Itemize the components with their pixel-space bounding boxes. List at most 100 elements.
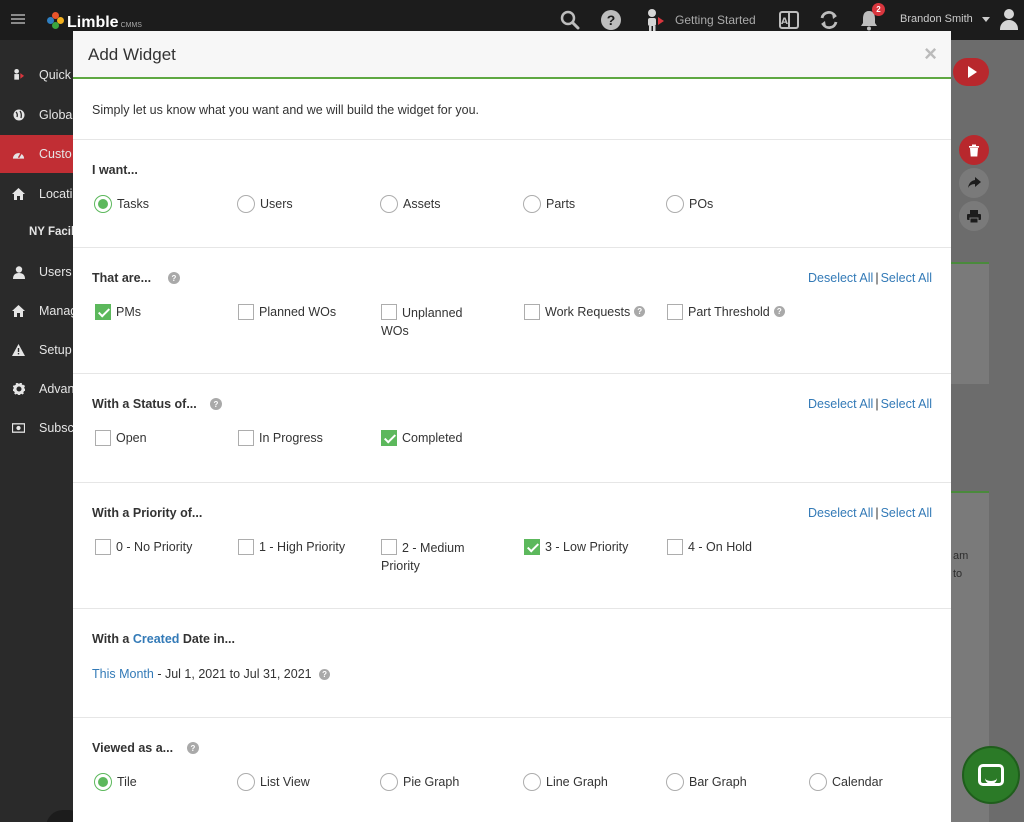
help-icon[interactable]: ? bbox=[319, 669, 331, 681]
sidebar-item-ny-facility[interactable]: NY Facil bbox=[0, 213, 73, 251]
checkbox[interactable] bbox=[238, 304, 254, 320]
select-all-link[interactable]: Select All bbox=[881, 271, 932, 285]
sidebar-item-advanced[interactable]: Advan bbox=[0, 370, 73, 408]
help-icon[interactable]: ? bbox=[210, 398, 222, 410]
help-icon[interactable]: ? bbox=[168, 272, 180, 284]
checkbox-option-open[interactable]: Open bbox=[95, 429, 225, 447]
radio-button[interactable] bbox=[380, 773, 398, 791]
checkbox[interactable] bbox=[524, 304, 540, 320]
radio-button[interactable] bbox=[523, 195, 541, 213]
radio-button[interactable] bbox=[523, 773, 541, 791]
sidebar-item-global[interactable]: Globa bbox=[0, 96, 73, 134]
checkbox[interactable] bbox=[667, 304, 683, 320]
checkbox[interactable] bbox=[381, 539, 397, 555]
deselect-all-link[interactable]: Deselect All bbox=[808, 397, 873, 411]
checkbox[interactable] bbox=[381, 304, 397, 320]
help-icon[interactable]: ? bbox=[634, 306, 646, 317]
checkbox-option-part-threshold[interactable]: Part Threshold? bbox=[667, 303, 807, 321]
radio-button[interactable] bbox=[809, 773, 827, 791]
delete-button[interactable] bbox=[959, 135, 989, 165]
video-play-button[interactable] bbox=[953, 58, 989, 86]
checkbox[interactable] bbox=[667, 539, 683, 555]
help-icon[interactable]: ? bbox=[599, 8, 623, 32]
radio-button[interactable] bbox=[94, 195, 112, 213]
select-all-link[interactable]: Select All bbox=[881, 506, 932, 520]
date-range-link[interactable]: This Month bbox=[92, 667, 154, 681]
checkbox[interactable] bbox=[381, 430, 397, 446]
close-icon[interactable]: × bbox=[924, 41, 937, 67]
sidebar-item-custom[interactable]: Custo bbox=[0, 135, 73, 173]
radio-option-list-view[interactable]: List View bbox=[237, 773, 367, 791]
divider bbox=[73, 608, 951, 609]
checkbox-option-planned-wos[interactable]: Planned WOs bbox=[238, 303, 368, 321]
radio-button[interactable] bbox=[666, 195, 684, 213]
checkbox-option-pms[interactable]: PMs bbox=[95, 303, 225, 321]
share-button[interactable] bbox=[959, 168, 989, 198]
radio-option-bar-graph[interactable]: Bar Graph bbox=[666, 773, 796, 791]
radio-option-tile[interactable]: Tile bbox=[94, 773, 224, 791]
sidebar-item-label: Users bbox=[39, 265, 72, 279]
radio-option-users[interactable]: Users bbox=[237, 195, 367, 213]
help-icon[interactable]: ? bbox=[773, 306, 785, 317]
search-icon[interactable] bbox=[558, 8, 582, 32]
trash-icon bbox=[969, 144, 979, 156]
checkbox-option-unplanned-wos[interactable]: Unplanned WOs bbox=[381, 303, 486, 340]
radio-option-assets[interactable]: Assets bbox=[380, 195, 510, 213]
radio-option-line-graph[interactable]: Line Graph bbox=[523, 773, 653, 791]
radio-option-pos[interactable]: POs bbox=[666, 195, 796, 213]
chevron-down-icon[interactable] bbox=[982, 17, 990, 22]
limble-logo[interactable]: Limble CMMS bbox=[47, 10, 142, 31]
link-separator: | bbox=[875, 506, 879, 520]
radio-option-tasks[interactable]: Tasks bbox=[94, 195, 224, 213]
chat-button[interactable] bbox=[962, 746, 1020, 804]
translate-icon[interactable]: A bbox=[777, 8, 801, 32]
checkbox-option-completed[interactable]: Completed bbox=[381, 429, 511, 447]
checkbox-option-no-priority[interactable]: 0 - No Priority bbox=[95, 538, 225, 556]
radio-button[interactable] bbox=[380, 195, 398, 213]
checkbox[interactable] bbox=[95, 539, 111, 555]
checkbox[interactable] bbox=[524, 539, 540, 555]
user-menu-name[interactable]: Brandon Smith bbox=[900, 13, 973, 25]
radio-option-parts[interactable]: Parts bbox=[523, 195, 653, 213]
notification-badge: 2 bbox=[872, 3, 885, 16]
avatar[interactable] bbox=[998, 8, 1020, 32]
getting-started-icon[interactable] bbox=[642, 8, 666, 32]
radio-button[interactable] bbox=[666, 773, 684, 791]
radio-option-pie-graph[interactable]: Pie Graph bbox=[380, 773, 510, 791]
getting-started-link[interactable]: Getting Started bbox=[675, 13, 756, 27]
checkbox-option-in-progress[interactable]: In Progress bbox=[238, 429, 368, 447]
print-button[interactable] bbox=[959, 201, 989, 231]
select-all-link[interactable]: Select All bbox=[881, 397, 932, 411]
radio-option-calendar[interactable]: Calendar bbox=[809, 773, 939, 791]
checkbox[interactable] bbox=[238, 430, 254, 446]
checkbox[interactable] bbox=[95, 304, 111, 320]
sidebar-item-subscription[interactable]: Subsc bbox=[0, 409, 73, 447]
checkbox-option-medium-priority[interactable]: 2 - Medium Priority bbox=[381, 538, 486, 575]
radio-button[interactable] bbox=[94, 773, 112, 791]
checkbox-option-work-requests[interactable]: Work Requests? bbox=[524, 303, 664, 321]
checkbox-option-high-priority[interactable]: 1 - High Priority bbox=[238, 538, 368, 556]
refresh-icon[interactable] bbox=[817, 8, 841, 32]
deselect-all-link[interactable]: Deselect All bbox=[808, 506, 873, 520]
option-label: Pie Graph bbox=[403, 775, 460, 789]
help-icon[interactable]: ? bbox=[187, 742, 199, 754]
radio-button[interactable] bbox=[237, 195, 255, 213]
sidebar-item-users[interactable]: Users bbox=[0, 253, 73, 291]
sidebar-item-manage[interactable]: Manag bbox=[0, 292, 73, 330]
checkbox[interactable] bbox=[95, 430, 111, 446]
checkbox-option-low-priority[interactable]: 3 - Low Priority bbox=[524, 538, 654, 556]
option-label: Planned WOs bbox=[259, 305, 337, 319]
radio-button[interactable] bbox=[237, 773, 255, 791]
sidebar-item-quick[interactable]: Quick bbox=[0, 56, 73, 94]
date-type-link[interactable]: Created bbox=[133, 632, 180, 646]
money-icon bbox=[12, 422, 25, 435]
menu-icon[interactable] bbox=[11, 14, 25, 24]
sidebar-item-locations[interactable]: Locati bbox=[0, 175, 73, 213]
deselect-all-link[interactable]: Deselect All bbox=[808, 271, 873, 285]
status-select-links: Deselect All | Select All bbox=[808, 397, 932, 411]
sidebar-item-setup[interactable]: Setup bbox=[0, 331, 73, 369]
checkbox-option-on-hold[interactable]: 4 - On Hold bbox=[667, 538, 797, 556]
checkbox[interactable] bbox=[238, 539, 254, 555]
option-label: 4 - On Hold bbox=[688, 540, 752, 554]
user-icon bbox=[12, 265, 25, 279]
